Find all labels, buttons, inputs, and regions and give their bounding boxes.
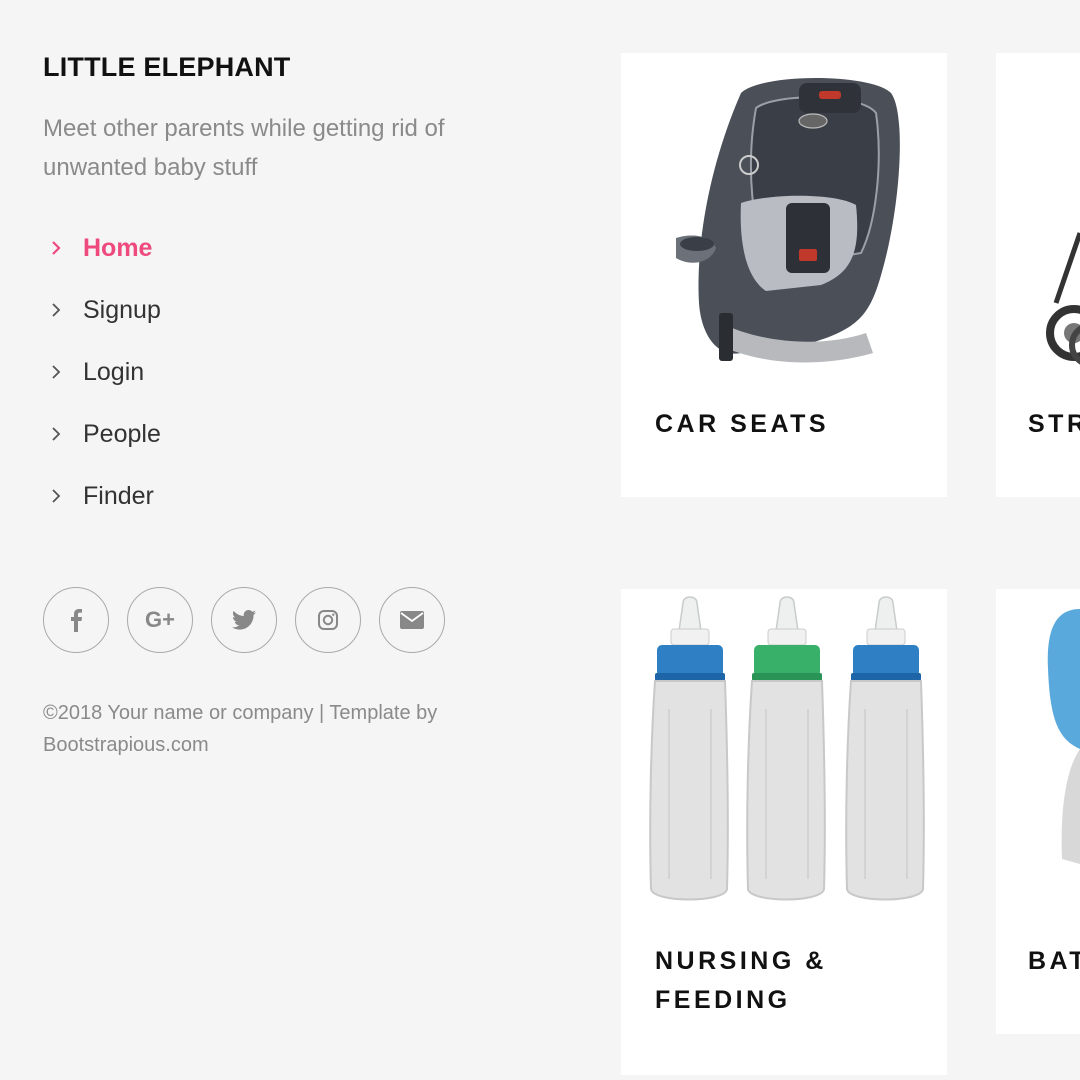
baby-bottles-image: [621, 589, 947, 919]
card-title: NURSING & FEEDING: [655, 947, 827, 1014]
google-plus-label: G+: [145, 607, 175, 632]
card-title: BAT: [1028, 947, 1080, 975]
google-plus-icon[interactable]: G+: [127, 587, 193, 653]
car-seat-image: [621, 53, 947, 393]
sidebar: LITTLE ELEPHANT Meet other parents while…: [43, 52, 503, 761]
nav-item-home[interactable]: Home: [43, 217, 503, 279]
chevron-right-icon: [43, 302, 83, 318]
social-links: G+: [43, 587, 503, 653]
nav-item-finder[interactable]: Finder: [43, 465, 503, 527]
category-card-car-seats[interactable]: CAR SEATS: [621, 53, 947, 497]
tagline: Meet other parents while getting rid of …: [43, 115, 445, 181]
category-card-strollers[interactable]: STR: [996, 53, 1080, 497]
nav-item-signup[interactable]: Signup: [43, 279, 503, 341]
nav-item-label: People: [83, 419, 161, 448]
page: LITTLE ELEPHANT Meet other parents while…: [0, 0, 1080, 1080]
copyright-text: ©2018 Your name or company | Template by…: [43, 702, 438, 756]
category-card-nursing-feeding[interactable]: NURSING & FEEDING: [621, 589, 947, 1075]
envelope-icon[interactable]: [379, 587, 445, 653]
chevron-right-icon: [43, 240, 83, 256]
card-title: STR: [1028, 410, 1080, 438]
chevron-right-icon: [43, 426, 83, 442]
nav-item-label: Login: [83, 357, 145, 386]
twitter-icon[interactable]: [211, 587, 277, 653]
chevron-right-icon: [43, 364, 83, 380]
category-card-bath[interactable]: BAT: [996, 589, 1080, 1034]
nav-item-label: Finder: [83, 481, 154, 510]
nav-item-login[interactable]: Login: [43, 341, 503, 403]
instagram-icon[interactable]: [295, 587, 361, 653]
nav-item-label: Signup: [83, 295, 161, 324]
nav-item-people[interactable]: People: [43, 403, 503, 465]
nav-item-label: Home: [83, 233, 153, 262]
card-title: CAR SEATS: [655, 410, 830, 438]
brand-title[interactable]: LITTLE ELEPHANT: [43, 52, 503, 83]
facebook-icon[interactable]: [43, 587, 109, 653]
stroller-image: [996, 53, 1080, 393]
bath-image: [996, 589, 1080, 919]
main-nav: Home Signup Login People Finder: [43, 217, 503, 527]
chevron-right-icon: [43, 488, 83, 504]
